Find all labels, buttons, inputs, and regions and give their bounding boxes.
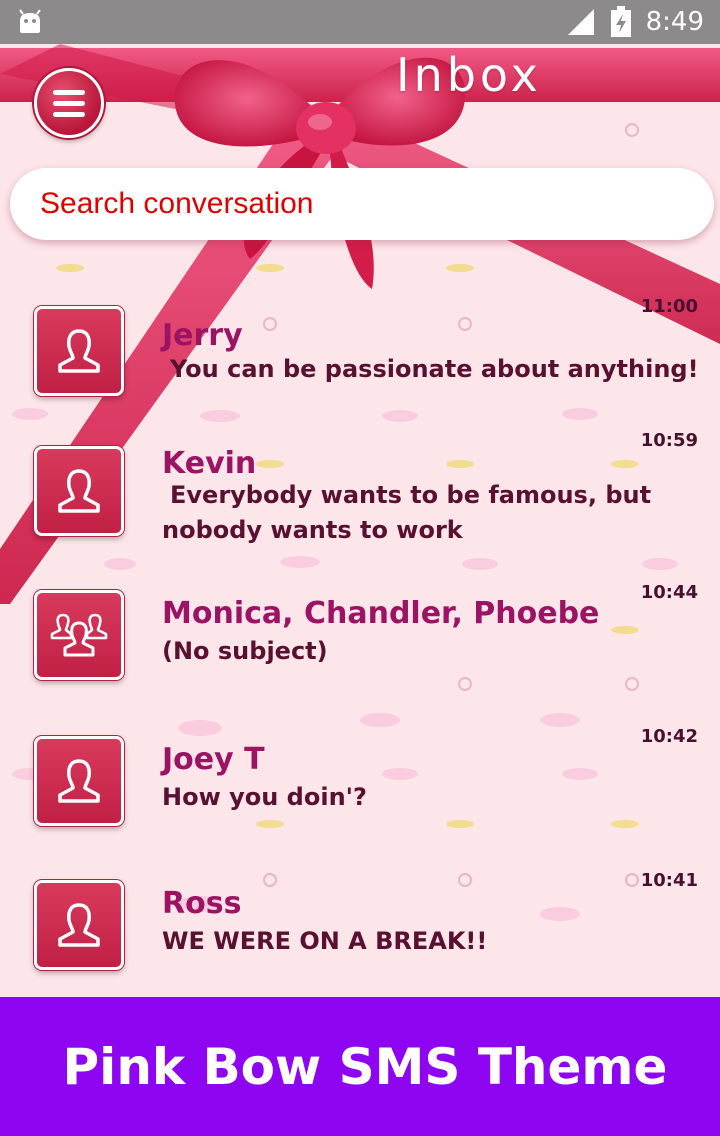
search-bar[interactable]: [10, 168, 714, 240]
promo-banner: Pink Bow SMS Theme: [0, 997, 720, 1136]
conversation-item[interactable]: Monica, Chandler, Phoebe (No subject) 10…: [0, 582, 720, 716]
hamburger-menu-icon: [53, 89, 85, 95]
menu-button[interactable]: [34, 68, 104, 138]
conversation-item[interactable]: Joey T How you doin'? 10:42: [0, 726, 720, 862]
person-icon: [58, 329, 100, 373]
message-snippet: WE WERE ON A BREAK!!: [162, 927, 488, 955]
message-time: 11:00: [640, 296, 698, 317]
message-snippet: How you doin'?: [162, 783, 367, 811]
group-icon: [50, 613, 108, 657]
contact-avatar[interactable]: [34, 736, 124, 826]
signal-icon: [567, 9, 594, 35]
contact-name: Ross: [162, 886, 242, 921]
status-bar: 8:49: [0, 0, 720, 44]
android-icon: [19, 9, 41, 33]
message-snippet: Everybody wants to be famous, but nobody…: [162, 481, 652, 544]
contact-avatar[interactable]: [34, 306, 124, 396]
message-time: 10:42: [640, 726, 698, 747]
message-time: 10:59: [640, 430, 698, 451]
contact-avatar[interactable]: [34, 446, 124, 536]
promo-title: Pink Bow SMS Theme: [62, 1037, 668, 1096]
search-input[interactable]: [40, 187, 714, 221]
conversation-item[interactable]: Kevin Everybody wants to be famous, but …: [0, 428, 720, 558]
contact-name: Jerry: [162, 318, 243, 353]
message-snippet: You can be passionate about anything!: [170, 355, 699, 383]
conversation-item[interactable]: Ross WE WERE ON A BREAK!! 10:41: [0, 870, 720, 997]
person-icon: [58, 759, 100, 803]
contact-avatar[interactable]: [34, 590, 124, 680]
contact-name: Joey T: [162, 742, 265, 777]
page-title: Inbox: [396, 48, 542, 102]
message-time: 10:44: [640, 582, 698, 603]
contact-name: Monica, Chandler, Phoebe: [162, 596, 600, 631]
contact-name: Kevin: [162, 446, 257, 481]
person-icon: [58, 903, 100, 947]
message-snippet: (No subject): [162, 637, 328, 665]
contact-avatar[interactable]: [34, 880, 124, 970]
message-time: 10:41: [640, 870, 698, 891]
person-icon: [58, 469, 100, 513]
battery-icon: [610, 6, 631, 37]
clock-time: 8:49: [645, 7, 704, 37]
conversation-item[interactable]: Jerry You can be passionate about anythi…: [0, 292, 720, 422]
inbox-screen: Inbox Jerry You can be passionate about …: [0, 44, 720, 997]
